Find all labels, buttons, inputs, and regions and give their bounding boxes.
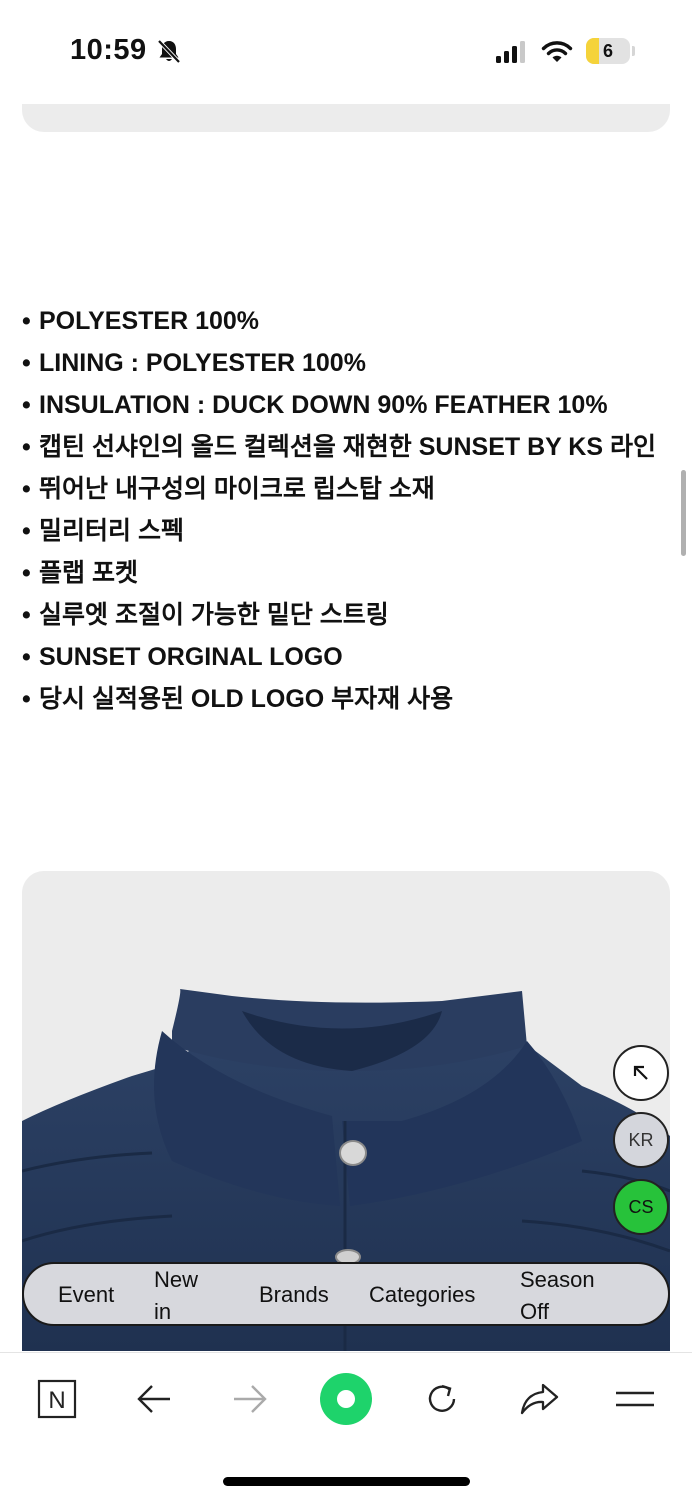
spec-text: 실루엣 조절이 가능한 밑단 스트링 (39, 601, 389, 629)
bullet: • (22, 391, 31, 419)
back-arrow-icon (137, 1385, 170, 1413)
green-dot-icon (320, 1373, 372, 1425)
spec-text: SUNSET ORGINAL LOGO (39, 643, 343, 671)
spec-item: • 뛰어난 내구성의 마이크로 립스탑 소재 (22, 468, 682, 510)
spec-text: POLYESTER 100% (39, 307, 260, 335)
bullet: • (22, 685, 31, 713)
menu-icon (616, 1391, 654, 1407)
spec-text: 밀리터리 스펙 (39, 517, 184, 545)
customer-service-button[interactable]: CS (613, 1179, 669, 1235)
status-bar: 10:59 6 (0, 0, 692, 100)
naver-home-button[interactable]: N (29, 1375, 85, 1423)
status-time: 10:59 (70, 34, 147, 66)
naver-n-icon: N (37, 1379, 77, 1419)
bullet: • (22, 517, 31, 545)
spec-item: • 밀리터리 스펙 (22, 510, 682, 552)
nav-categories[interactable]: Categories (369, 1279, 475, 1311)
bullet: • (22, 601, 31, 629)
spec-text: INSULATION : DUCK DOWN 90% FEATHER 10% (39, 391, 608, 419)
spec-item: • POLYESTER 100% (22, 300, 682, 342)
reload-button[interactable] (414, 1375, 470, 1423)
spec-text: 캡틴 선샤인의 올드 컬렉션을 재현한 SUNSET BY KS 라인 (39, 433, 656, 461)
bullet: • (22, 643, 31, 671)
previous-content-card (22, 104, 670, 132)
bell-muted-icon (157, 39, 181, 64)
bullet: • (22, 433, 31, 461)
category-nav: Event New in Brands Categories Season Of… (22, 1262, 670, 1326)
green-dot-button[interactable] (318, 1371, 374, 1427)
back-button[interactable] (126, 1375, 182, 1423)
share-button[interactable] (511, 1375, 567, 1423)
language-button[interactable]: KR (613, 1112, 669, 1168)
reload-icon (428, 1384, 456, 1412)
forward-arrow-icon (234, 1385, 267, 1413)
share-icon (520, 1383, 559, 1415)
spec-item: • INSULATION : DUCK DOWN 90% FEATHER 10% (22, 384, 682, 426)
battery-level: 6 (602, 41, 613, 61)
battery-tip (632, 46, 635, 56)
scroll-to-top-button[interactable] (613, 1045, 669, 1101)
spec-text: 플랩 포켓 (39, 559, 138, 587)
bullet: • (22, 559, 31, 587)
nav-season-off-line1: Season (520, 1267, 595, 1292)
spec-text: LINING : POLYESTER 100% (39, 349, 366, 377)
spec-item: • 플랩 포켓 (22, 552, 682, 594)
wifi-icon (541, 41, 573, 62)
naver-logo-letter: N (48, 1387, 65, 1414)
arrow-up-left-icon (633, 1065, 648, 1080)
spec-item: • 캡틴 선샤인의 올드 컬렉션을 재현한 SUNSET BY KS 라인 (22, 426, 682, 468)
nav-season-off-line2: Off (520, 1299, 549, 1324)
spec-item: • SUNSET ORGINAL LOGO (22, 636, 682, 678)
forward-button[interactable] (222, 1375, 278, 1423)
bullet: • (22, 475, 31, 503)
nav-new-in[interactable]: New in (154, 1264, 214, 1328)
nav-event[interactable]: Event (58, 1279, 114, 1311)
scrollbar-thumb[interactable] (681, 470, 686, 556)
menu-button[interactable] (607, 1375, 663, 1423)
spec-item: • 실루엣 조절이 가능한 밑단 스트링 (22, 594, 682, 636)
spec-item: • 당시 실적용된 OLD LOGO 부자재 사용 (22, 678, 682, 720)
nav-new-in-line1: New (154, 1267, 199, 1292)
cellular-signal-icon (496, 41, 525, 63)
spec-text: 당시 실적용된 OLD LOGO 부자재 사용 (39, 685, 454, 713)
nav-brands[interactable]: Brands (259, 1279, 329, 1311)
spec-text: 뛰어난 내구성의 마이크로 립스탑 소재 (39, 475, 435, 503)
nav-season-off[interactable]: Season Off (520, 1264, 610, 1328)
browser-toolbar: N (0, 1352, 692, 1500)
battery-icon: 6 (586, 38, 630, 64)
nav-new-in-line2: in (154, 1299, 172, 1324)
bullet: • (22, 307, 31, 335)
product-spec-list: • POLYESTER 100% • LINING : POLYESTER 100%… (22, 300, 682, 720)
bullet: • (22, 349, 31, 377)
spec-item: • LINING : POLYESTER 100% (22, 342, 682, 384)
home-indicator[interactable] (223, 1477, 470, 1486)
